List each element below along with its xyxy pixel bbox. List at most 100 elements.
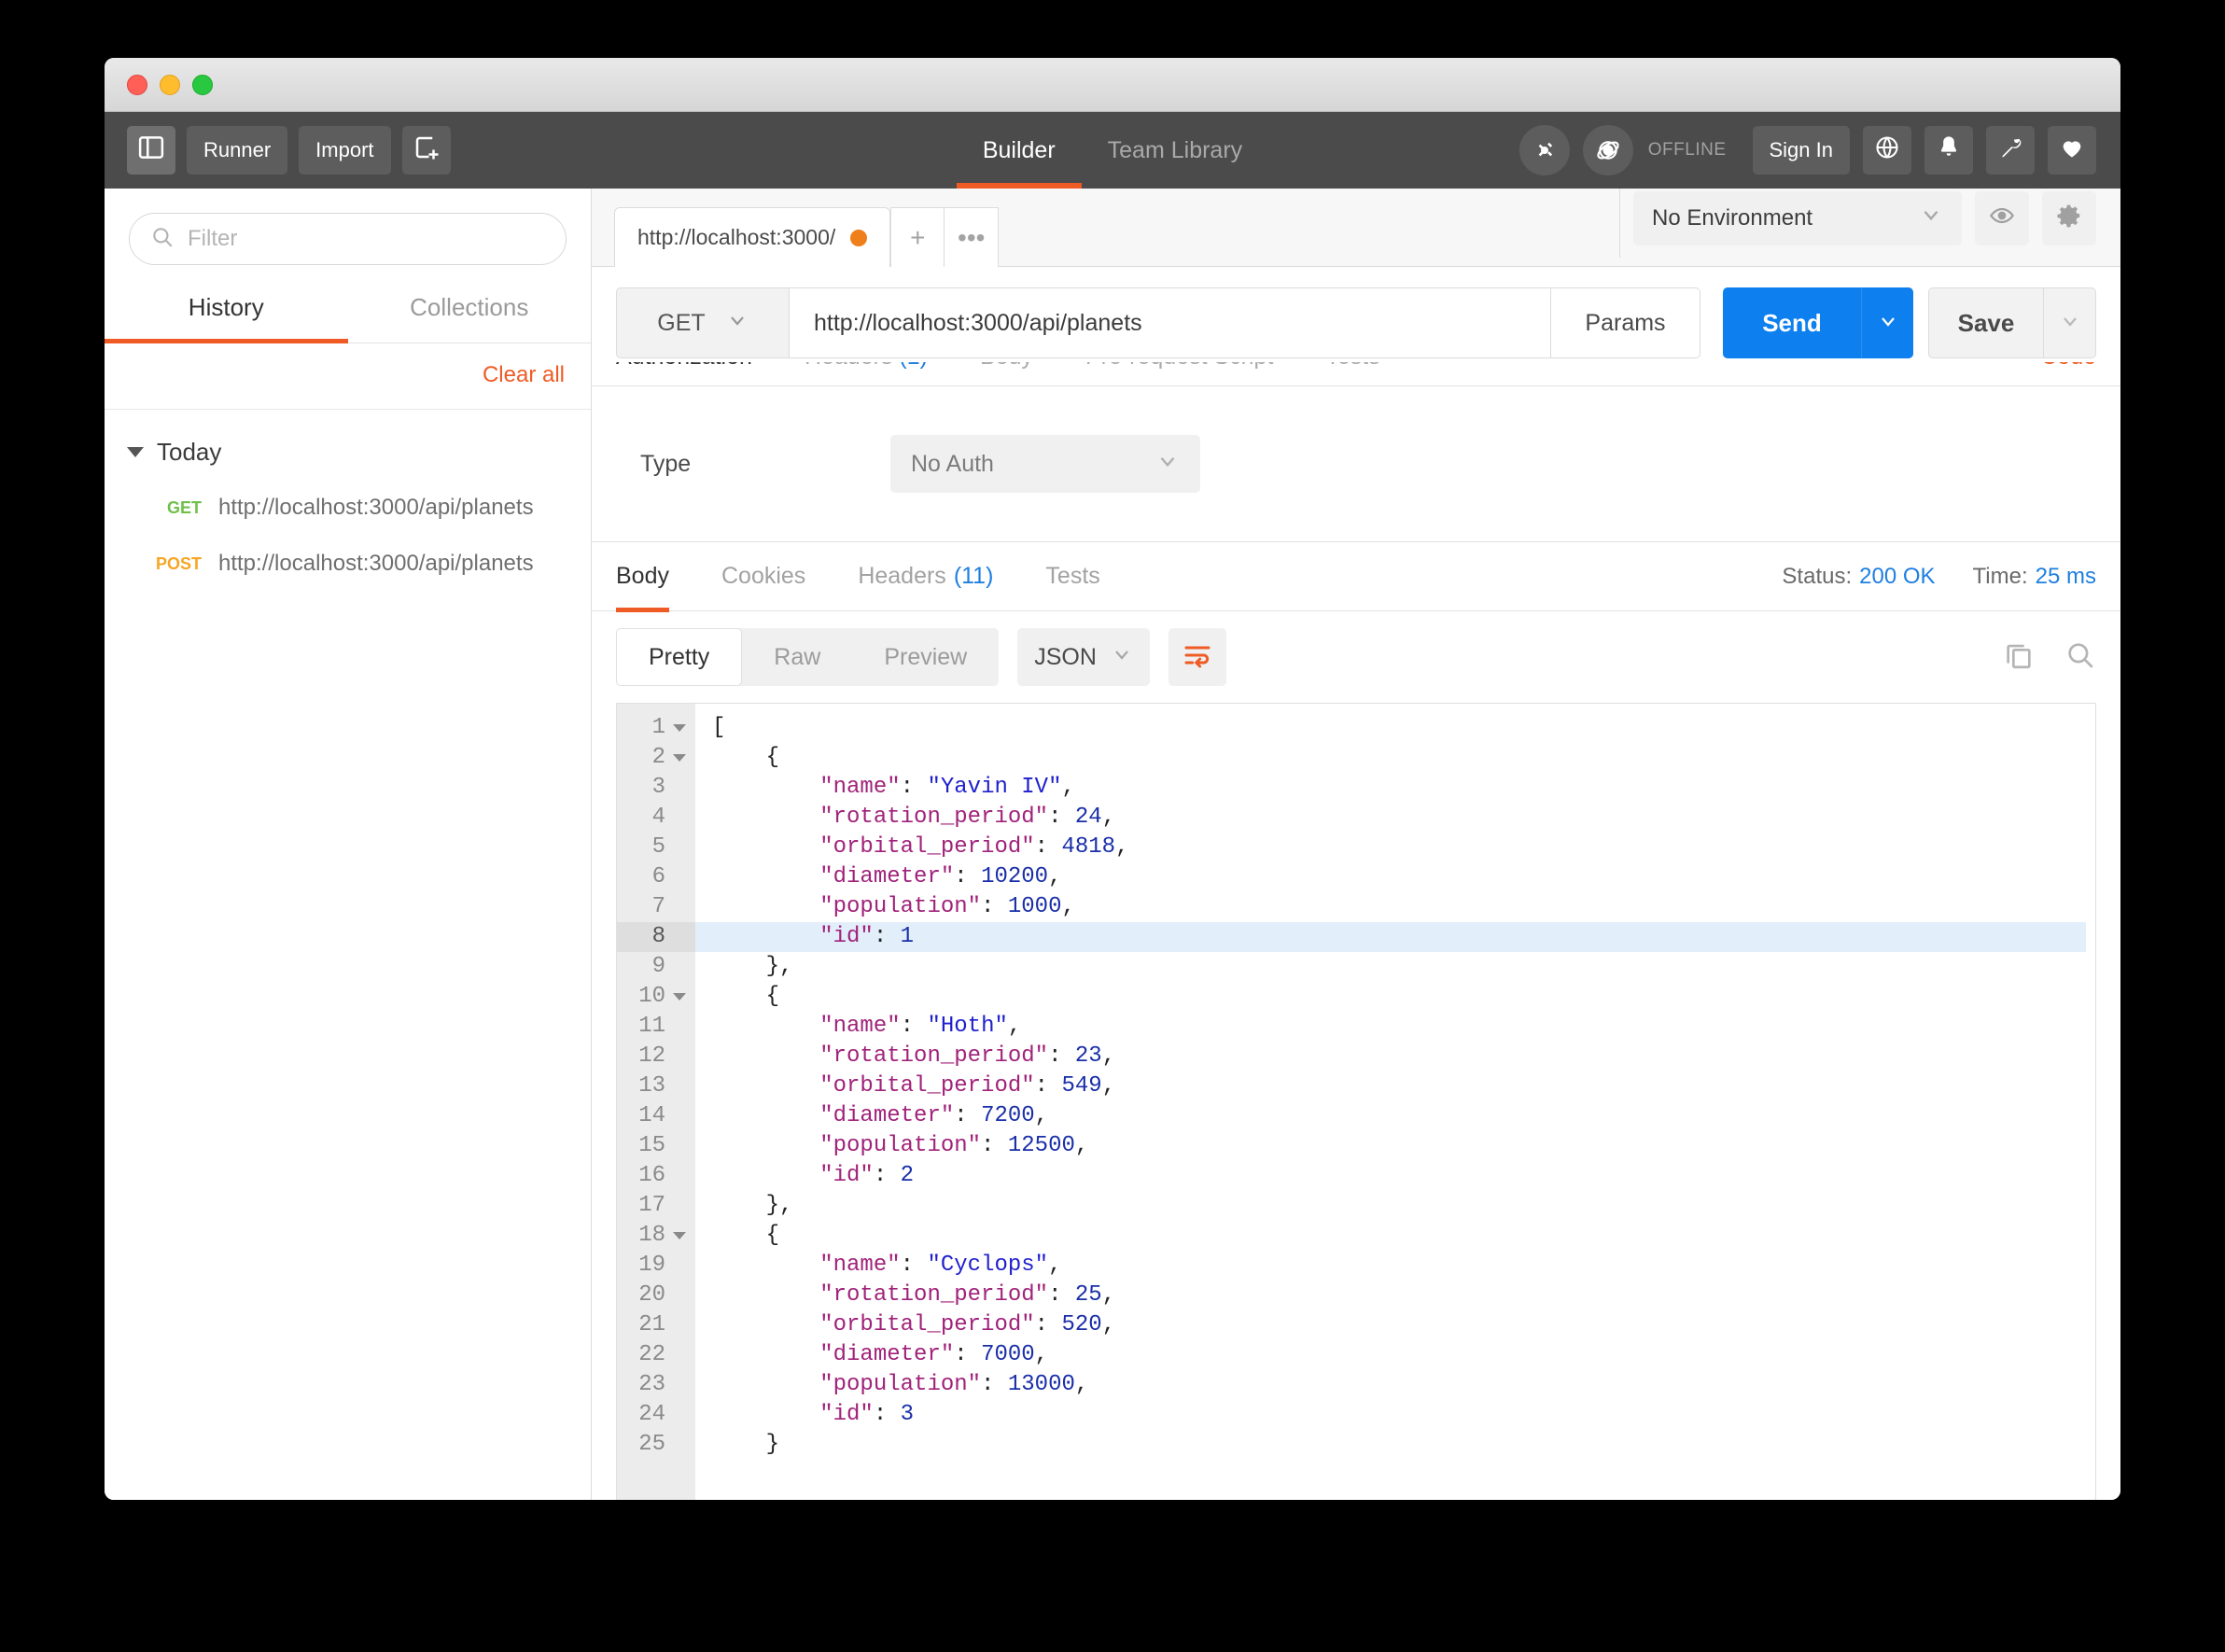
list-item[interactable]: POST http://localhost:3000/api/planets — [105, 536, 591, 592]
editor-code-line: } — [695, 1430, 2086, 1460]
send-options-button[interactable] — [1861, 287, 1913, 358]
favorites-button[interactable] — [2048, 126, 2096, 175]
fold-arrow-icon[interactable] — [673, 1232, 686, 1239]
history-group-today[interactable]: Today — [105, 430, 591, 480]
filter-input[interactable] — [188, 226, 545, 252]
editor-code-line: [ — [695, 713, 2086, 743]
app-window: Runner Import Builder Team — [105, 58, 2120, 1500]
request-response-panel: http://localhost:3000/ + ••• No Environm… — [592, 189, 2120, 1500]
window-close-button[interactable] — [127, 75, 147, 95]
app-header: Runner Import Builder Team — [105, 112, 2120, 189]
globe-button[interactable] — [1863, 126, 1911, 175]
window-minimize-button[interactable] — [160, 75, 180, 95]
method-value: GET — [657, 310, 705, 337]
editor-code-line: "rotation_period": 25, — [695, 1281, 2086, 1310]
chevron-down-icon — [1919, 203, 1943, 233]
tab-body[interactable]: Body — [980, 362, 1033, 371]
satellite-icon[interactable] — [1519, 125, 1570, 175]
environment-quick-look-button[interactable] — [1975, 191, 2029, 245]
response-tabs: Body Cookies Headers (11) Tests Status:2… — [592, 542, 2120, 611]
editor-line-number: 18 — [617, 1221, 695, 1251]
request-tabs-more-button[interactable]: ••• — [945, 207, 999, 267]
clear-all-button[interactable]: Clear all — [483, 362, 565, 388]
view-mode-segmented: Pretty Raw Preview — [616, 628, 999, 686]
add-request-tab-button[interactable]: + — [890, 207, 945, 267]
clear-all-row: Clear all — [105, 343, 591, 410]
editor-code-line: { — [695, 1221, 2086, 1251]
window-maximize-button[interactable] — [192, 75, 213, 95]
code-link[interactable]: Code — [2040, 362, 2096, 371]
sign-in-button[interactable]: Sign In — [1753, 126, 1851, 175]
history-group-label: Today — [157, 438, 221, 467]
environment-controls: No Environment — [1619, 179, 2120, 266]
save-button-group: Save — [1928, 287, 2096, 358]
connection-status-label: OFFLINE — [1648, 140, 1727, 161]
notifications-button[interactable] — [1924, 126, 1973, 175]
authorization-panel: Type No Auth — [592, 386, 2120, 542]
editor-line-number: 24 — [617, 1400, 695, 1430]
fold-arrow-icon[interactable] — [673, 993, 686, 1001]
url-input[interactable] — [814, 310, 1526, 337]
eye-icon — [1989, 203, 2015, 233]
response-tab-cookies[interactable]: Cookies — [721, 542, 805, 611]
request-tab-active[interactable]: http://localhost:3000/ — [614, 207, 890, 267]
environment-select[interactable]: No Environment — [1633, 191, 1962, 245]
sidebar-toggle-button[interactable] — [127, 126, 175, 175]
editor-line-number: 8 — [617, 922, 695, 952]
send-button[interactable]: Send — [1723, 287, 1861, 358]
view-mode-pretty[interactable]: Pretty — [616, 628, 742, 686]
params-button[interactable]: Params — [1551, 287, 1700, 358]
tab-pre-request-script[interactable]: Pre-request Script — [1085, 362, 1273, 371]
status-value: 200 OK — [1859, 564, 1935, 589]
response-tab-body[interactable]: Body — [616, 542, 669, 611]
editor-code-line: "orbital_period": 520, — [695, 1310, 2086, 1340]
history-url: http://localhost:3000/api/planets — [218, 549, 534, 579]
response-body-editor[interactable]: 1234567891011121314151617181920212223242… — [616, 703, 2096, 1500]
gear-icon — [2055, 202, 2083, 234]
list-item[interactable]: GET http://localhost:3000/api/planets — [105, 480, 591, 536]
auth-type-label: Type — [616, 451, 890, 478]
editor-line-number: 13 — [617, 1071, 695, 1101]
response-tab-tests[interactable]: Tests — [1045, 542, 1099, 611]
sidebar-tab-history[interactable]: History — [105, 282, 348, 343]
copy-button[interactable] — [2003, 639, 2035, 676]
search-button[interactable] — [2064, 639, 2096, 676]
runner-button[interactable]: Runner — [187, 126, 287, 175]
ellipsis-icon: ••• — [958, 223, 985, 253]
tab-builder[interactable]: Builder — [957, 112, 1082, 189]
tab-authorization[interactable]: Authorization — [616, 362, 752, 371]
tab-team-library[interactable]: Team Library — [1082, 112, 1269, 189]
response-tab-headers[interactable]: Headers (11) — [858, 542, 993, 611]
new-tab-button[interactable] — [402, 126, 451, 175]
auth-type-select[interactable]: No Auth — [890, 435, 1200, 493]
editor-line-number: 19 — [617, 1251, 695, 1281]
editor-line-number: 9 — [617, 952, 695, 982]
method-badge: GET — [140, 493, 202, 523]
tab-headers[interactable]: Headers (1) — [805, 362, 928, 371]
filter-box[interactable] — [129, 213, 567, 265]
editor-code-line: }, — [695, 1191, 2086, 1221]
fold-arrow-icon[interactable] — [673, 724, 686, 732]
sidebar-tab-collections[interactable]: Collections — [348, 282, 592, 343]
save-button[interactable]: Save — [1928, 287, 2044, 358]
import-button[interactable]: Import — [299, 126, 390, 175]
settings-wrench-button[interactable] — [1986, 126, 2035, 175]
word-wrap-button[interactable] — [1168, 628, 1226, 686]
fold-arrow-icon[interactable] — [673, 754, 686, 762]
view-mode-raw[interactable]: Raw — [742, 628, 852, 686]
response-format-select[interactable]: JSON — [1017, 628, 1150, 686]
response-tab-headers-count: (11) — [954, 563, 994, 590]
history-list: Today GET http://localhost:3000/api/plan… — [105, 410, 591, 1500]
tab-tests[interactable]: Tests — [1325, 362, 1379, 371]
request-section-tabs: Authorization Headers (1) Body Pre-reque… — [592, 362, 2120, 386]
request-tab-label: http://localhost:3000/ — [637, 225, 835, 250]
editor-vertical-scrollbar[interactable] — [2086, 704, 2095, 1500]
method-select[interactable]: GET — [616, 287, 790, 358]
orbit-icon[interactable] — [1583, 125, 1633, 175]
save-options-button[interactable] — [2044, 287, 2096, 358]
environment-settings-button[interactable] — [2042, 191, 2096, 245]
editor-code-area[interactable]: [ { "name": "Yavin IV", "rotation_period… — [695, 704, 2086, 1500]
tab-headers-label: Headers — [805, 362, 893, 370]
view-mode-preview[interactable]: Preview — [852, 628, 999, 686]
wrench-icon — [1997, 134, 2023, 166]
